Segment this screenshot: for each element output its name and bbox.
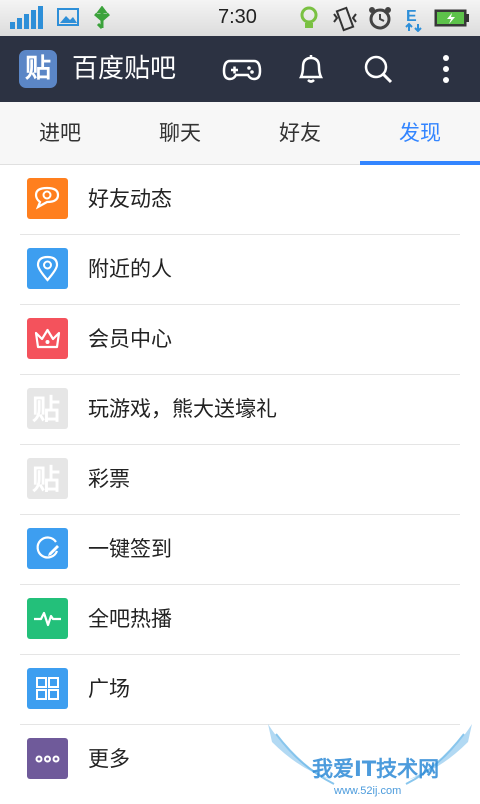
more-icon (27, 738, 68, 779)
battery-icon (434, 9, 470, 31)
tab-friends[interactable]: 好友 (240, 102, 360, 164)
menu-item-play-games[interactable]: 贴 玩游戏，熊大送壕礼 (0, 375, 480, 445)
tieba-logo-icon: 贴 (27, 458, 68, 499)
signal-icon (10, 6, 46, 34)
svg-text:贴: 贴 (32, 463, 60, 496)
crown-icon (27, 318, 68, 359)
bell-icon[interactable] (291, 49, 331, 89)
tab-bar: 进吧 聊天 好友 发现 (0, 102, 480, 165)
friend-feed-icon (27, 178, 68, 219)
tab-chat[interactable]: 聊天 (120, 102, 240, 164)
status-bar: 7:30 E (0, 0, 480, 36)
tab-discover[interactable]: 发现 (360, 102, 480, 164)
menu-item-one-key-sign-in[interactable]: 一键签到 (0, 515, 480, 585)
menu-item-label: 会员中心 (88, 327, 172, 351)
pulse-icon (27, 598, 68, 639)
discover-menu-list: 好友动态 附近的人 会员中心 贴 玩游戏，熊大送壕礼 贴 彩票 一键签到 全吧热… (0, 165, 480, 795)
menu-item-label: 广场 (88, 677, 130, 701)
menu-item-label: 更多 (88, 747, 130, 771)
more-vertical-icon[interactable] (426, 49, 466, 89)
usb-icon (90, 5, 114, 34)
gamepad-icon[interactable] (222, 49, 262, 89)
menu-item-label: 彩票 (88, 467, 130, 491)
alarm-icon (368, 6, 392, 34)
tieba-logo: 贴 (19, 50, 57, 88)
vibrate-icon (332, 6, 358, 36)
image-icon (57, 6, 79, 32)
svg-text:我爱IT技术网: 我爱IT技术网 (312, 757, 439, 781)
tieba-logo-icon: 贴 (27, 388, 68, 429)
menu-item-member-center[interactable]: 会员中心 (0, 305, 480, 375)
search-icon[interactable] (358, 49, 398, 89)
status-time: 7:30 (218, 6, 257, 28)
menu-item-label: 玩游戏，熊大送壕礼 (88, 397, 277, 421)
app-title: 百度贴吧 (72, 54, 177, 84)
menu-item-label: 附近的人 (88, 257, 172, 281)
menu-item-lottery[interactable]: 贴 彩票 (0, 445, 480, 515)
tab-jinba[interactable]: 进吧 (0, 102, 120, 164)
menu-item-label: 好友动态 (88, 187, 172, 211)
sign-in-icon (27, 528, 68, 569)
menu-item-label: 一键签到 (88, 537, 172, 561)
svg-text:E: E (406, 8, 417, 25)
menu-item-square[interactable]: 广场 (0, 655, 480, 725)
svg-text:www.52ij.com: www.52ij.com (333, 785, 401, 797)
menu-item-label: 全吧热播 (88, 607, 172, 631)
lightbulb-icon (298, 6, 320, 36)
menu-item-friend-feed[interactable]: 好友动态 (0, 165, 480, 235)
data-e-icon: E (404, 6, 426, 36)
location-pin-icon (27, 248, 68, 289)
svg-text:贴: 贴 (32, 393, 60, 426)
app-bar: 贴 百度贴吧 (0, 36, 480, 102)
menu-item-hot-broadcast[interactable]: 全吧热播 (0, 585, 480, 655)
grid-icon (27, 668, 68, 709)
watermark-logo: 我爱IT技术网 www.52ij.com (262, 722, 478, 800)
menu-item-nearby-people[interactable]: 附近的人 (0, 235, 480, 305)
